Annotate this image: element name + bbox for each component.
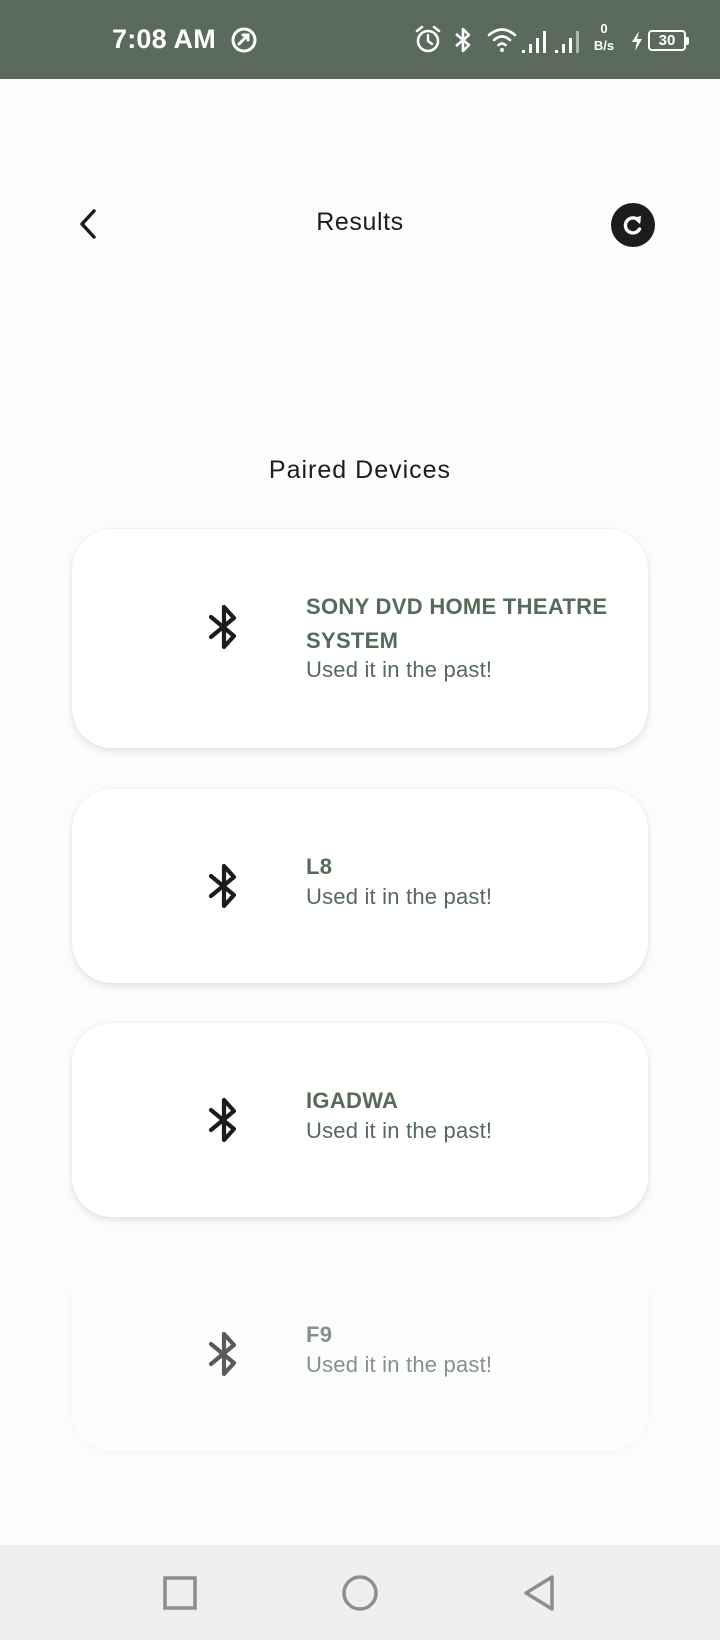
screen: 7:08 AM 0 B/s 30 Results Paired Devices … [0, 0, 720, 1640]
nav-back-button[interactable] [520, 1573, 560, 1613]
recent-apps-button[interactable] [160, 1573, 200, 1613]
network-speed-unit: B/s [593, 38, 615, 53]
battery-indicator: 30 [648, 30, 689, 51]
charging-icon [632, 31, 642, 51]
bluetooth-icon [208, 1331, 237, 1377]
device-status: Used it in the past! [306, 1352, 493, 1377]
bluetooth-status-icon [455, 27, 471, 53]
refresh-icon [623, 216, 642, 235]
wifi-icon [487, 28, 517, 52]
signal-icon-sim1 [522, 31, 546, 53]
home-icon [342, 1575, 378, 1611]
bluetooth-icon [208, 863, 237, 909]
status-bar: 7:08 AM 0 B/s 30 [0, 0, 720, 79]
device-status: Used it in the past! [306, 1118, 493, 1143]
bluetooth-icon [208, 1097, 237, 1143]
recent-apps-icon [163, 1576, 197, 1610]
alarm-icon [415, 25, 441, 53]
back-icon [524, 1575, 554, 1611]
system-nav-bar [0, 1545, 720, 1640]
device-name: SONY DVD HOME THEATRE SYSTEM [306, 594, 608, 653]
section-title: Paired Devices [268, 456, 452, 484]
status-time: 7:08 AM [112, 24, 216, 54]
device-name: L8 [306, 854, 333, 879]
home-button[interactable] [340, 1573, 380, 1613]
network-speed: 0 B/s [589, 20, 619, 54]
refresh-button[interactable] [611, 203, 655, 247]
sync-status-icon [231, 27, 257, 53]
device-name: F9 [306, 1322, 333, 1347]
network-speed-value: 0 [600, 21, 608, 36]
bluetooth-icon [208, 604, 237, 650]
device-status: Used it in the past! [306, 657, 493, 682]
signal-icon-sim2 [555, 31, 579, 53]
device-name: IGADWA [306, 1088, 399, 1113]
device-status: Used it in the past! [306, 884, 493, 909]
